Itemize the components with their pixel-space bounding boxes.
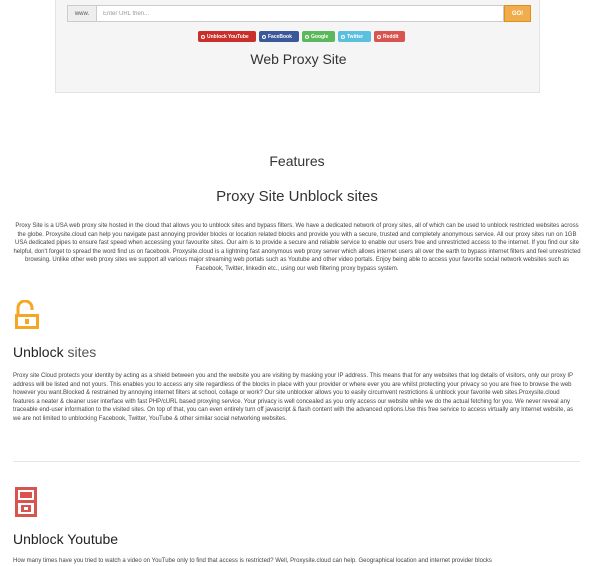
google-link[interactable]: Google	[302, 31, 335, 42]
circle-check-icon	[377, 34, 381, 39]
circle-check-icon	[201, 34, 205, 39]
intro-paragraph: Proxy Site is a USA web proxy site hoste…	[13, 223, 581, 272]
url-input-group: www. GO!	[67, 5, 531, 22]
circle-check-icon	[262, 34, 266, 39]
reddit-label: Reddit	[383, 33, 399, 40]
url-prefix-addon: www.	[67, 5, 97, 22]
section-divider	[13, 461, 580, 462]
google-label: Google	[311, 33, 329, 40]
features-heading: Features	[269, 153, 325, 169]
media-player-icon	[15, 487, 37, 517]
proxy-form-panel: www. GO! Unblock YouTube FaceBook Google…	[55, 0, 540, 93]
facebook-label: FaceBook	[268, 33, 292, 40]
twitter-label: Twitter	[347, 33, 364, 40]
unlocked-padlock-icon	[15, 300, 39, 329]
facebook-link[interactable]: FaceBook	[259, 31, 299, 42]
unblock-sites-paragraph: Proxy site Cloud protects your identity …	[13, 373, 574, 422]
unblock-youtube-label: Unblock YouTube	[207, 33, 249, 40]
unblock-sites-heading-main: Unblock	[13, 344, 68, 360]
unblock-youtube-link[interactable]: Unblock YouTube	[198, 31, 256, 42]
url-input[interactable]	[97, 5, 504, 22]
unblock-sites-heading: Unblock sites	[13, 344, 96, 360]
circle-check-icon	[341, 34, 345, 39]
quick-links: Unblock YouTube FaceBook Google Twitter …	[198, 31, 405, 42]
features-subtitle: Proxy Site Unblock sites	[216, 188, 378, 205]
unblock-youtube-heading: Unblock Youtube	[13, 531, 119, 547]
go-button[interactable]: GO!	[504, 5, 531, 22]
twitter-link[interactable]: Twitter	[338, 31, 371, 42]
unblock-sites-heading-accent: sites	[67, 344, 97, 360]
unblock-youtube-paragraph: How many times have you tried to watch a…	[13, 558, 492, 564]
reddit-link[interactable]: Reddit	[374, 31, 405, 42]
site-title: Web Proxy Site	[250, 51, 347, 67]
circle-check-icon	[305, 34, 309, 39]
